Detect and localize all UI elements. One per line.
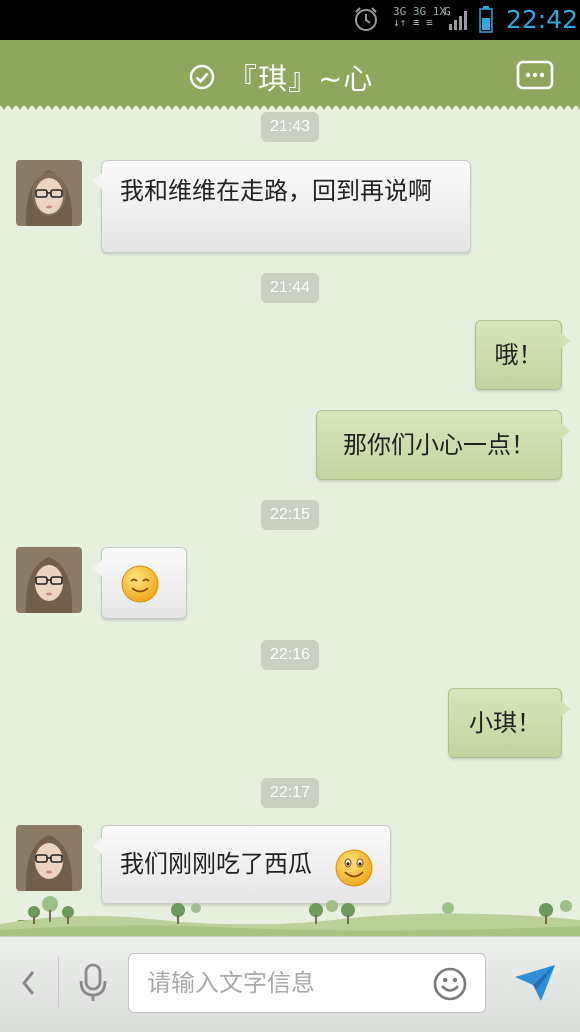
chevron-left-icon[interactable]	[18, 967, 40, 999]
avatar[interactable]	[16, 547, 82, 613]
status-time: 22:42	[506, 5, 579, 34]
alarm-clock-icon	[355, 7, 377, 31]
timestamp: 21:44	[261, 273, 319, 303]
battery-icon	[479, 6, 493, 33]
message-bubble-outgoing[interactable]: 那你们小心一点！	[316, 410, 570, 480]
divider	[58, 957, 59, 1007]
send-arrow-icon[interactable]	[513, 963, 557, 1003]
signal-strength-icon	[449, 11, 467, 30]
message-bubble-outgoing[interactable]: 哦！	[475, 320, 570, 390]
message-text: 哦！	[494, 341, 543, 369]
avatar-image	[16, 160, 82, 226]
avatar[interactable]	[16, 825, 82, 891]
smile-emoji-icon	[121, 565, 159, 603]
avatar[interactable]	[16, 160, 82, 226]
status-bar: 3G 3G 1X ↓↑ ≡ ≡ G 22:42	[0, 0, 580, 40]
message-text: 我和维维在走路，回到再说啊	[120, 177, 432, 205]
timestamp: 21:43	[261, 112, 319, 142]
timestamp: 22:16	[261, 640, 319, 670]
input-bar	[0, 936, 580, 1032]
network-activity-label: ↓↑ ≡ ≡	[393, 16, 433, 29]
network-indicator: 3G 3G 1X ↓↑ ≡ ≡	[393, 6, 446, 28]
message-text: 那你们小心一点！	[343, 431, 535, 459]
message-bubble-incoming[interactable]	[93, 547, 187, 619]
grin-emoji-icon	[335, 849, 373, 887]
avatar-image	[16, 825, 82, 891]
timestamp: 22:17	[261, 778, 319, 808]
chat-header: 『琪』~心	[0, 40, 580, 110]
microphone-icon[interactable]	[76, 963, 110, 1003]
message-text: 我们刚刚吃了西瓜	[120, 850, 312, 878]
message-text: 小琪！	[469, 709, 541, 737]
smiley-icon[interactable]	[432, 966, 468, 1002]
more-dots-icon[interactable]	[516, 60, 554, 90]
chat-title: 『琪』~心	[228, 62, 374, 96]
scenery-decoration	[0, 896, 580, 936]
message-bubble-incoming[interactable]: 我和维维在走路，回到再说啊	[93, 160, 471, 253]
check-circle-icon	[189, 64, 215, 90]
message-list[interactable]: 21:43 我和维维在走路，回到再说啊 21:44 哦！ 那你们小心一点！ 22…	[0, 106, 580, 936]
avatar-image	[16, 547, 82, 613]
message-bubble-outgoing[interactable]: 小琪！	[448, 688, 570, 758]
timestamp: 22:15	[261, 500, 319, 530]
